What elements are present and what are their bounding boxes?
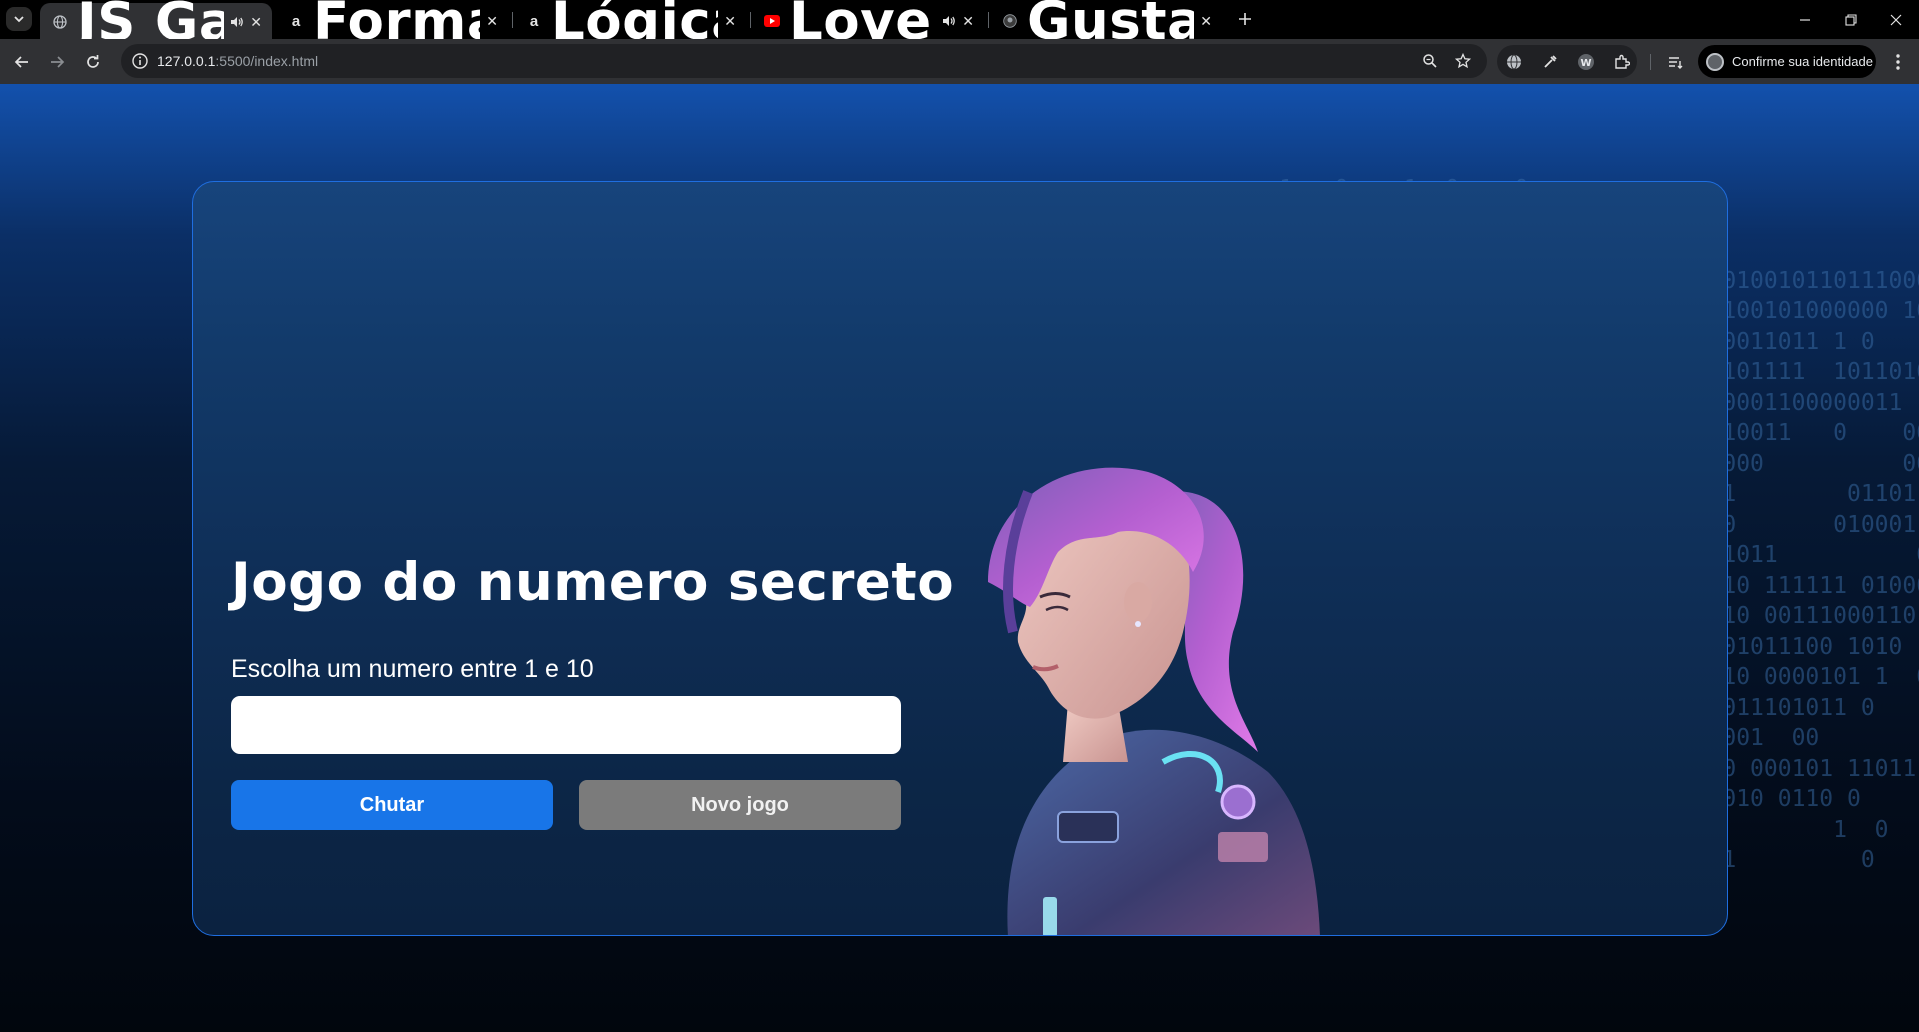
tab-js-game[interactable]: JS Game ✕ [40,0,272,53]
profile-label: Confirme sua identidade [1732,54,1873,69]
svg-text:W: W [1580,58,1591,69]
tab-search-button[interactable] [6,7,32,31]
restore-icon [1845,13,1857,26]
tab-separator [512,12,513,28]
button-row: Chutar Novo jogo [231,780,903,830]
tab-logica[interactable]: a Lógica de programação: explor ✕ [514,0,746,52]
minimize-icon [1800,18,1810,21]
page-title: Jogo do numero secreto [231,552,955,613]
address-bar[interactable]: 127.0.0.1:5500/index.html [121,44,1487,78]
eyedropper-icon[interactable] [1539,51,1561,73]
close-tab-icon[interactable]: ✕ [724,13,736,30]
speaker-icon[interactable] [230,16,244,28]
minimize-button[interactable] [1782,0,1828,39]
close-tab-icon[interactable]: ✕ [486,13,498,30]
game-card: Jogo do numero secreto Escolha um numero… [192,181,1728,936]
guess-input[interactable] [231,696,901,754]
reload-icon [87,55,99,68]
more-vert-icon [1896,54,1900,70]
youtube-icon [764,13,780,29]
translate-globe-icon[interactable] [1503,51,1525,73]
guess-button[interactable]: Chutar [231,780,553,830]
tab-youtube[interactable]: Love Me - YouTube ✕ [752,0,984,52]
game-content: Jogo do numero secreto Escolha um numero… [231,552,955,830]
page-viewport: 1 0 1 0 0 1 0 0 11 0110111010 10 0110100… [0,84,1919,1032]
github-icon [1002,13,1018,29]
reading-list-icon[interactable] [1665,51,1687,73]
tab-strip: JS Game ✕ a Formação Iniciante em Progra… [0,0,1919,53]
close-icon [1890,14,1902,25]
globe-icon [52,14,68,30]
star-icon[interactable] [1454,52,1472,70]
extension-w-icon[interactable]: W [1575,51,1597,73]
alura-icon: a [529,12,539,30]
speaker-icon[interactable] [942,15,956,27]
url-path: :5500/index.html [215,53,319,69]
instruction-text: Escolha um numero entre 1 e 10 [231,655,594,683]
astronaut-girl-illustration [988,467,1320,935]
tab-formacao[interactable]: a Formação Iniciante em Program ✕ [276,0,508,52]
window-close-button[interactable] [1873,0,1919,39]
forward-button[interactable] [44,49,70,75]
tab-separator [988,12,989,28]
new-game-button[interactable]: Novo jogo [579,780,901,830]
url-host: 127.0.0.1 [157,53,216,69]
tab-github[interactable]: Gustavoo-coder/jogo-numero- ✕ [990,0,1222,52]
profile-button[interactable]: Confirme sua identidade [1698,45,1876,78]
restore-button[interactable] [1828,0,1874,39]
browser-toolbar: 127.0.0.1:5500/index.html W Confirme sua… [0,39,1919,84]
toolbar-divider [1650,54,1651,70]
plus-icon [1239,13,1251,25]
new-tab-button[interactable] [1234,8,1256,30]
puzzle-icon[interactable] [1611,51,1633,73]
avatar [1706,52,1724,71]
reload-button[interactable] [80,49,106,75]
browser-menu-button[interactable] [1887,50,1909,74]
arrow-right-icon [51,56,65,68]
alura-icon: a [291,12,301,30]
close-tab-icon[interactable]: ✕ [250,14,262,31]
back-button[interactable] [9,49,35,75]
zoom-icon[interactable] [1421,52,1439,70]
url-text: 127.0.0.1:5500/index.html [157,53,318,69]
close-tab-icon[interactable]: ✕ [1200,13,1212,30]
tab-separator [750,12,751,28]
chevron-down-icon [14,16,24,23]
site-info-icon[interactable] [131,52,149,70]
arrow-left-icon [14,56,28,68]
close-tab-icon[interactable]: ✕ [962,13,974,30]
